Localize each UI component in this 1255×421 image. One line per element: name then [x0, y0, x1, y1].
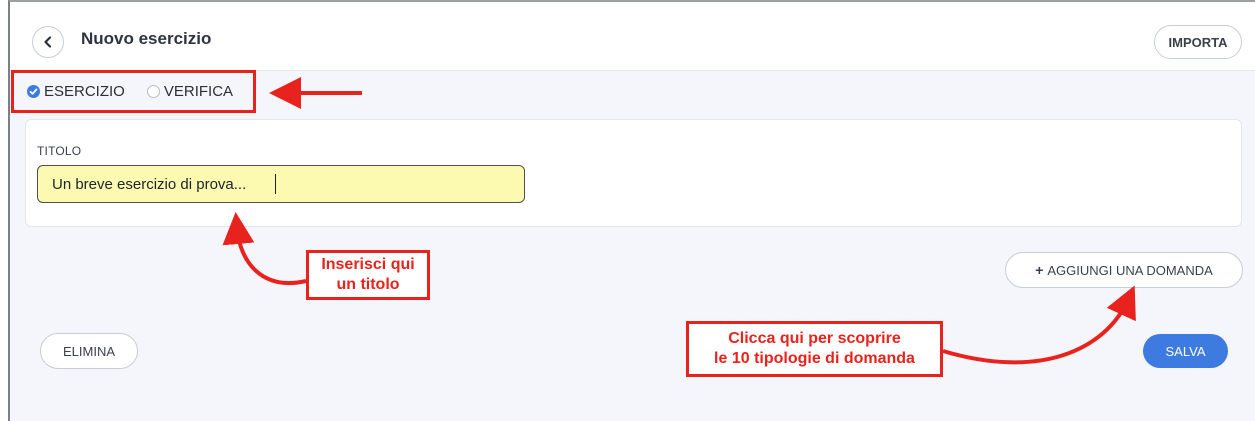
save-button[interactable]: SALVA: [1143, 334, 1228, 368]
radio-label-verifica: VERIFICA: [163, 83, 234, 100]
radio-label-esercizio: ESERCIZIO: [44, 83, 125, 100]
plus-icon: +: [1035, 262, 1044, 278]
radio-empty-icon: [146, 85, 160, 98]
check-circle-icon: [27, 85, 40, 98]
add-hint-line2: le 10 tipologie di domanda: [714, 350, 915, 367]
page-title: Nuovo esercizio: [81, 29, 212, 48]
add-question-button[interactable]: + AGGIUNGI UNA DOMANDA: [1005, 252, 1243, 288]
add-question-label: AGGIUNGI UNA DOMANDA: [1047, 262, 1213, 278]
text-caret: [275, 174, 276, 194]
import-button[interactable]: IMPORTA: [1154, 25, 1242, 59]
radio-verifica[interactable]: VERIFICA: [146, 83, 234, 100]
add-hint-callout: Clicca qui per scoprire le 10 tipologie …: [686, 321, 943, 377]
radio-esercizio[interactable]: ESERCIZIO: [27, 83, 125, 100]
add-hint-line1: Clicca qui per scoprire: [728, 330, 901, 347]
title-hint-line1: Inserisci qui: [321, 256, 415, 273]
chevron-left-icon: [44, 36, 52, 48]
title-hint-line2: un titolo: [336, 276, 400, 293]
title-hint-callout: Inserisci qui un titolo: [306, 250, 430, 300]
title-field-label: TITOLO: [37, 144, 82, 158]
back-button[interactable]: [32, 26, 64, 58]
title-input[interactable]: [37, 165, 525, 203]
mode-selector: ESERCIZIO VERIFICA: [11, 70, 256, 113]
delete-button[interactable]: ELIMINA: [40, 333, 138, 369]
